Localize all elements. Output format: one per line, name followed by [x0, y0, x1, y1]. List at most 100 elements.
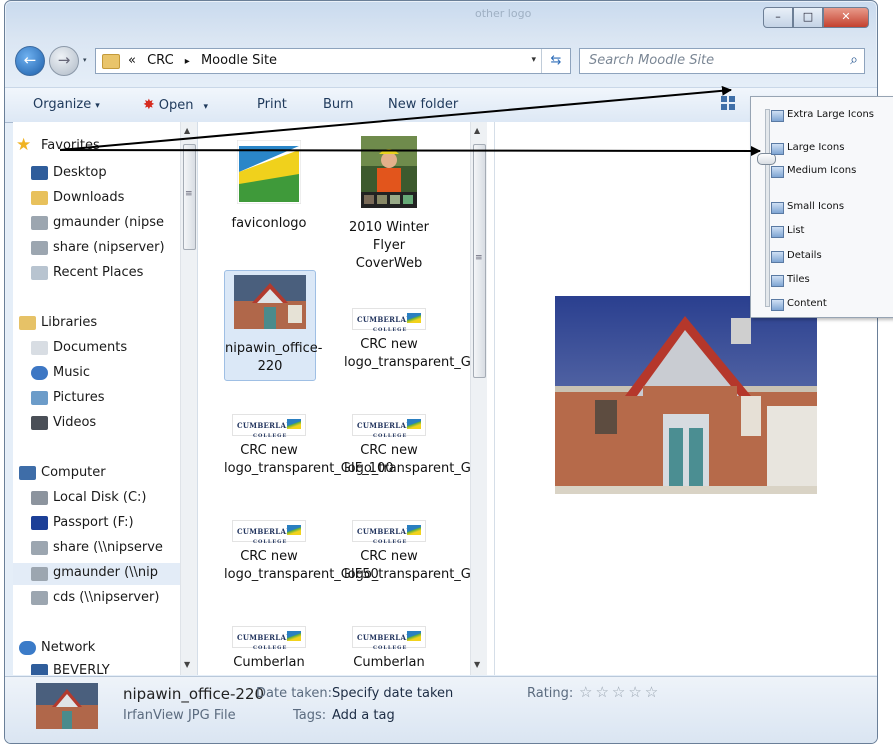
organize-button[interactable]: Organize ▾	[33, 97, 100, 112]
scroll-up-icon[interactable]: ▲	[474, 126, 480, 135]
tags-value[interactable]: Add a tag	[332, 708, 395, 723]
view-large-icons[interactable]: Large Icons	[771, 142, 844, 155]
wd-drive-icon	[31, 516, 48, 530]
view-list[interactable]: List	[771, 225, 805, 238]
documents-icon	[31, 341, 48, 355]
refresh-button[interactable]: ⇆	[541, 49, 570, 73]
file-label: 2010 Winter Flyer CoverWeb	[348, 220, 430, 271]
cumberland-logo-icon: CUMBERLAND COLLEGE	[232, 520, 306, 545]
new-folder-button[interactable]: New folder	[388, 97, 458, 112]
nav-music[interactable]: Music	[31, 365, 90, 380]
file-label: CRC new logo_transparent_GIF50	[224, 549, 379, 582]
caption-buttons: – □ ✕	[763, 7, 869, 28]
view-details[interactable]: Details	[771, 250, 822, 263]
view-small-icons[interactable]: Small Icons	[771, 201, 844, 214]
network-drive-icon	[31, 541, 48, 555]
tags-label: Tags:	[293, 708, 327, 723]
nav-libraries[interactable]: Libraries	[19, 315, 97, 330]
logo-sub: COLLEGE	[253, 645, 288, 651]
files-scroll-thumb[interactable]: ≡	[473, 144, 486, 378]
star-icon: ★	[16, 135, 32, 155]
nav-label: Pictures	[53, 390, 105, 405]
nav-label: share (nipserver)	[53, 240, 165, 255]
logo-sub: COLLEGE	[373, 645, 408, 651]
chevron-right-icon[interactable]: ▸	[185, 56, 190, 67]
nav-recent-places[interactable]: Recent Places	[31, 265, 143, 280]
view-medium-icons[interactable]: Medium Icons	[771, 165, 856, 178]
breadcrumb-moodle-site[interactable]: Moodle Site	[201, 53, 277, 68]
open-button[interactable]: ✸ Open ▾	[143, 97, 208, 113]
nav-videos[interactable]: Videos	[31, 415, 97, 430]
scroll-down-icon[interactable]: ▼	[184, 660, 190, 669]
logo-sub: COLLEGE	[253, 433, 288, 439]
command-bar: Organize ▾ ✸ Open ▾ Print Burn New folder	[5, 87, 877, 123]
address-bar[interactable]: « CRC ▸ Moodle Site ▾ ⇆	[95, 48, 571, 74]
nav-label: Videos	[53, 415, 97, 430]
file-item-selected[interactable]: nipawin_office-220	[224, 270, 322, 381]
cumberland-logo-icon: CUMBERLAND COLLEGE	[352, 626, 426, 651]
breadcrumb-overflow[interactable]: «	[128, 53, 136, 68]
rating-stars[interactable]: ☆☆☆☆☆	[579, 683, 661, 701]
nav-network[interactable]: Network	[19, 640, 95, 655]
file-item[interactable]: 2010 Winter Flyer CoverWeb	[344, 136, 434, 273]
nav-beverly[interactable]: BEVERLY	[31, 663, 110, 675]
file-item[interactable]: CUMBERLAND COLLEGE CRC new logo_transpare…	[224, 520, 379, 584]
file-item[interactable]: faviconlogo	[224, 139, 314, 233]
nav-local-disk[interactable]: Local Disk (C:)	[31, 490, 146, 505]
small-icons-icon	[771, 202, 784, 214]
file-item[interactable]: CUMBERLAND COLLEGE CRC new logo_transpare…	[224, 414, 394, 478]
nav-desktop[interactable]: Desktop	[31, 165, 107, 180]
open-label: Open	[158, 98, 194, 113]
view-extra-large-icons[interactable]: Extra Large Icons	[771, 109, 874, 122]
nav-passport[interactable]: Passport (F:)	[31, 515, 134, 530]
view-menu-label: Content	[787, 298, 827, 309]
chevron-down-icon: ▾	[203, 102, 208, 112]
nav-favorites[interactable]: ★ Favorites	[16, 135, 100, 155]
breadcrumb: « CRC ▸ Moodle Site	[128, 53, 284, 68]
address-dropdown[interactable]: ▾	[531, 55, 536, 65]
nav-share-nipserver[interactable]: share (nipserver)	[31, 240, 165, 255]
desktop-icon	[31, 166, 48, 180]
nav-documents[interactable]: Documents	[31, 340, 127, 355]
scroll-up-icon[interactable]: ▲	[184, 126, 190, 135]
nav-downloads[interactable]: Downloads	[31, 190, 124, 205]
file-item[interactable]: CUMBERLAND COLLEGE CRC new logo_transpare…	[344, 520, 474, 584]
recent-pages-dropdown[interactable]: ▾	[83, 56, 87, 64]
view-menu-label: Tiles	[787, 274, 810, 285]
burn-button[interactable]: Burn	[323, 97, 354, 112]
scroll-down-icon[interactable]: ▼	[474, 660, 480, 669]
nav-label: gmaunder (nipse	[53, 215, 165, 230]
file-item[interactable]: CUMBERLAND COLLEGE CRC new logo_transpare…	[344, 414, 474, 478]
nav-scrollbar[interactable]: ▲ ≡ ▼	[180, 122, 197, 675]
nav-scroll-thumb[interactable]: ≡	[183, 144, 196, 250]
breadcrumb-crc[interactable]: CRC	[147, 53, 174, 68]
date-taken-value[interactable]: Specify date taken	[332, 686, 453, 701]
search-icon[interactable]: ⌕	[850, 52, 858, 68]
tiles-icon	[771, 275, 784, 287]
file-item[interactable]: CUMBERLAND COLLEGE Cumberlan	[344, 626, 434, 672]
nav-gmaunder-unc[interactable]: gmaunder (\\nip	[13, 563, 197, 585]
view-menu-label: Details	[787, 250, 822, 261]
nav-pictures[interactable]: Pictures	[31, 390, 105, 405]
file-item[interactable]: CUMBERLAND COLLEGE CRC new logo_transpare…	[344, 308, 474, 372]
pictures-icon	[31, 391, 48, 405]
nav-gmaunder-nipse[interactable]: gmaunder (nipse	[31, 215, 165, 230]
close-button[interactable]: ✕	[823, 7, 869, 28]
view-tiles[interactable]: Tiles	[771, 274, 810, 287]
back-button[interactable]: ←	[15, 46, 45, 76]
minimize-button[interactable]: –	[763, 7, 793, 28]
change-view-icon[interactable]	[721, 96, 735, 110]
print-button[interactable]: Print	[257, 97, 287, 112]
nav-computer[interactable]: Computer	[19, 465, 106, 480]
search-input[interactable]: Search Moodle Site ⌕	[579, 48, 865, 74]
files-scrollbar[interactable]: ▲ ≡ ▼	[470, 122, 487, 675]
view-menu-label: List	[787, 225, 805, 236]
file-item[interactable]: CUMBERLAND COLLEGE Cumberlan	[224, 626, 314, 672]
forward-button[interactable]: →	[49, 46, 79, 76]
maximize-button[interactable]: □	[793, 7, 823, 28]
view-slider-track[interactable]	[765, 109, 770, 307]
details-file-name: nipawin_office-220	[123, 685, 265, 703]
nav-share-unc[interactable]: share (\\nipserve	[31, 540, 163, 555]
view-content[interactable]: Content	[771, 298, 827, 311]
nav-cds-unc[interactable]: cds (\\nipserver)	[31, 590, 159, 605]
